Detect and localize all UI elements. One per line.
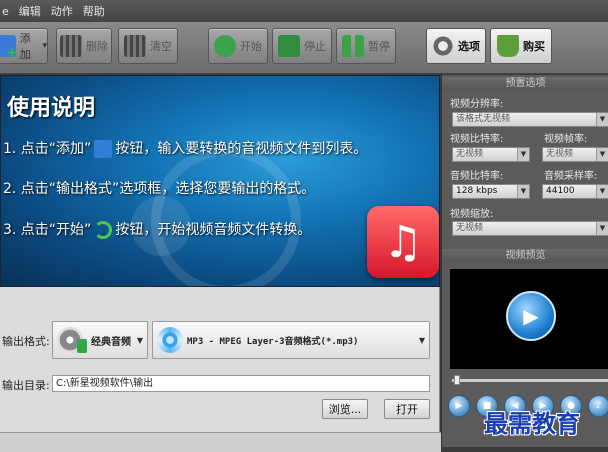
delete-file-icon (60, 35, 82, 57)
output-dir-label: 输出目录: (2, 379, 50, 392)
menu-item-file[interactable]: e (2, 5, 9, 18)
seek-bar[interactable] (452, 379, 608, 382)
output-format-label: 输出格式: (2, 335, 50, 348)
video-scale-select[interactable]: 无视频 ▼ (452, 221, 608, 236)
preset-options-header: 预置选项 (442, 77, 608, 91)
start-button-label: 开始 (240, 40, 262, 53)
output-format-value: MP3 - MPEG Layer-3音频格式(*.mp3) (187, 336, 359, 347)
format-category-select[interactable]: 经典音频 ▼ (52, 321, 148, 359)
chevron-down-icon: ▼ (136, 336, 143, 345)
video-bitrate-select[interactable]: 无视频 ▼ (452, 147, 530, 162)
seek-handle[interactable] (454, 375, 460, 385)
chevron-down-icon: ▼ (418, 336, 425, 345)
audio-disc-icon (57, 327, 87, 353)
toolbar: 添加 ▾ 删除 清空 开始 停止 暂停 选项 购买 (0, 22, 608, 74)
volume-button[interactable]: ♪ (588, 395, 608, 417)
audio-samplerate-label: 音频采样率: (544, 171, 598, 182)
output-settings-panel: 输出格式: 经典音频 ▼ MP3 - MPEG Layer-3音频格式(*.mp… (0, 287, 440, 432)
format-icon (157, 327, 183, 353)
start-button[interactable]: 开始 (208, 28, 268, 64)
music-note-icon: ♫ (367, 206, 439, 278)
clear-list-icon (124, 35, 146, 57)
instructions-banner: 使用说明 1. 点击“添加” 按钮，输入要转换的音视频文件到列表。 2. 点击“输… (0, 75, 440, 287)
chevron-down-icon: ▼ (596, 222, 608, 235)
options-button-label: 选项 (458, 40, 480, 53)
audio-samplerate-select[interactable]: 44100 ▼ (542, 184, 608, 199)
video-resolution-value: 该格式无视频 (456, 114, 511, 124)
stop-button-label: 停止 (304, 40, 326, 53)
browse-button[interactable]: 浏览... (322, 399, 368, 419)
chevron-down-icon[interactable]: ▾ (42, 41, 47, 51)
menu-item-action[interactable]: 动作 (51, 3, 73, 19)
video-resolution-label: 视频分辨率: (450, 99, 504, 110)
add-button[interactable]: 添加 ▾ (0, 28, 48, 64)
video-bitrate-value: 无视频 (456, 149, 484, 159)
format-category-value: 经典音频 (91, 336, 131, 348)
video-framerate-value: 无视频 (546, 149, 574, 159)
clear-button[interactable]: 清空 (118, 28, 178, 64)
video-framerate-select[interactable]: 无视频 ▼ (542, 147, 608, 162)
pause-button[interactable]: 暂停 (336, 28, 396, 64)
stop-button[interactable]: 停止 (272, 28, 332, 64)
audio-samplerate-value: 44100 (546, 186, 575, 196)
open-button[interactable]: 打开 (384, 399, 430, 419)
buy-button[interactable]: 购买 (490, 28, 552, 64)
menu-item-help[interactable]: 帮助 (83, 3, 105, 19)
chevron-down-icon: ▼ (517, 185, 529, 198)
video-preview-area: ▶ (450, 269, 608, 369)
video-preview-header: 视频预览 (442, 249, 608, 263)
add-file-icon (0, 35, 17, 61)
audio-bitrate-label: 音频比特率: (450, 171, 504, 182)
output-dir-field[interactable]: C:\新星视频软件\输出 (52, 375, 430, 392)
buy-button-label: 购买 (523, 40, 545, 53)
watermark-text: 最需教育 (484, 409, 580, 438)
video-framerate-label: 视频帧率: (544, 134, 588, 145)
menu-item-edit[interactable]: 编辑 (19, 3, 41, 19)
chevron-down-icon: ▼ (596, 113, 608, 126)
video-resolution-select[interactable]: 该格式无视频 ▼ (452, 112, 608, 127)
chevron-down-icon: ▼ (596, 185, 608, 198)
pause-icon (342, 35, 364, 57)
cart-icon (497, 35, 519, 57)
clear-button-label: 清空 (150, 40, 172, 53)
preset-options-panel: 预置选项 视频分辨率: 该格式无视频 ▼ 视频比特率: 视频帧率: 无视频 ▼ … (441, 75, 608, 447)
add-button-label: 添加 (19, 32, 31, 61)
options-button[interactable]: 选项 (426, 28, 486, 64)
output-format-select[interactable]: MP3 - MPEG Layer-3音频格式(*.mp3) ▼ (152, 321, 430, 359)
pause-button-label: 暂停 (368, 40, 390, 53)
video-bitrate-label: 视频比特率: (450, 134, 504, 145)
refresh-icon (214, 35, 236, 57)
chevron-down-icon: ▼ (596, 148, 608, 161)
audio-bitrate-value: 128 kbps (456, 186, 498, 196)
stop-icon (278, 35, 300, 57)
status-bar (0, 432, 441, 452)
menu-bar: e 编辑 动作 帮助 (0, 0, 608, 22)
chevron-down-icon: ▼ (517, 148, 529, 161)
video-scale-label: 视频缩放: (450, 209, 494, 220)
delete-button-label: 删除 (86, 40, 108, 53)
play-icon[interactable]: ▶ (506, 291, 556, 341)
delete-button[interactable]: 删除 (56, 28, 112, 64)
video-scale-value: 无视频 (456, 223, 484, 233)
gear-icon (432, 35, 454, 57)
play-button[interactable]: ▶ (448, 395, 470, 417)
audio-bitrate-select[interactable]: 128 kbps ▼ (452, 184, 530, 199)
